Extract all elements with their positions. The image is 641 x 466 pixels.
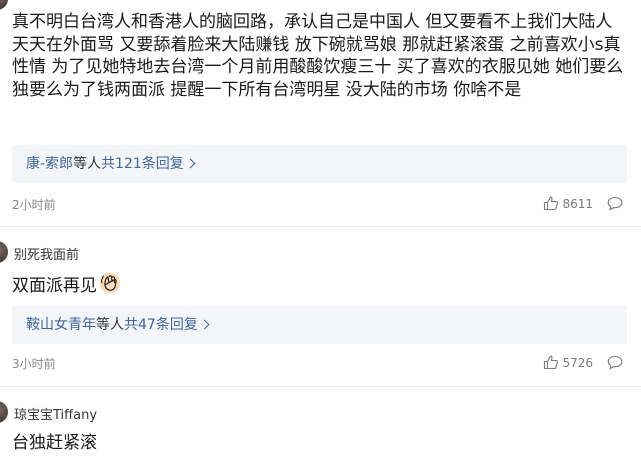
like-button[interactable]: 5726 (543, 355, 593, 370)
timestamp: 3小时前 (12, 357, 56, 371)
thumbs-up-icon (544, 355, 559, 370)
like-button[interactable]: 8611 (543, 196, 593, 211)
reply-count[interactable]: 共121条回复 (101, 156, 184, 172)
timestamp: 2小时前 (12, 198, 56, 212)
comment-text: 双面派再见 (12, 276, 97, 296)
thumbs-up-icon (544, 196, 559, 211)
username[interactable]: 琼宝宝Tiffany (14, 404, 97, 423)
chevron-right-icon (199, 319, 210, 330)
comment-2: 别死我面前 双面派再见 鞍山女青年等人共47条回复 3小时前 5726 (0, 228, 641, 384)
waving-hand-emoji-icon (99, 272, 121, 301)
comment-3: 琼宝宝Tiffany 台独赶紧滚 (0, 388, 641, 466)
comment-text-row: 双面派再见 (12, 272, 626, 301)
comment-reply-icon[interactable] (607, 355, 623, 370)
avatar[interactable] (0, 0, 8, 10)
reply-users[interactable]: 鞍山女青年 (26, 317, 96, 333)
divider (0, 386, 641, 387)
avatar[interactable] (0, 401, 8, 423)
reply-users[interactable]: 康-索郎 (26, 156, 73, 172)
reply-count[interactable]: 共47条回复 (124, 317, 198, 333)
reply-mid-text: 等人 (96, 317, 124, 333)
reply-thread-link[interactable]: 康-索郎等人共121条回复 (12, 145, 627, 183)
comment-1: 真不明白台湾人和香港人的脑回路，承认自己是中国人 但又要看不上我们大陆人 天天在… (0, 0, 641, 225)
like-count: 8611 (562, 196, 593, 211)
comment-text: 真不明白台湾人和香港人的脑回路，承认自己是中国人 但又要看不上我们大陆人 天天在… (12, 12, 624, 100)
reply-thread-link[interactable]: 鞍山女青年等人共47条回复 (12, 306, 627, 344)
comment-text: 台独赶紧滚 (12, 433, 97, 453)
chevron-right-icon (185, 158, 196, 169)
like-count: 5726 (562, 355, 593, 370)
divider (0, 226, 641, 227)
username[interactable]: 别死我面前 (14, 244, 79, 263)
reply-mid-text: 等人 (73, 156, 102, 172)
avatar[interactable] (0, 241, 8, 263)
comment-reply-icon[interactable] (607, 196, 623, 211)
